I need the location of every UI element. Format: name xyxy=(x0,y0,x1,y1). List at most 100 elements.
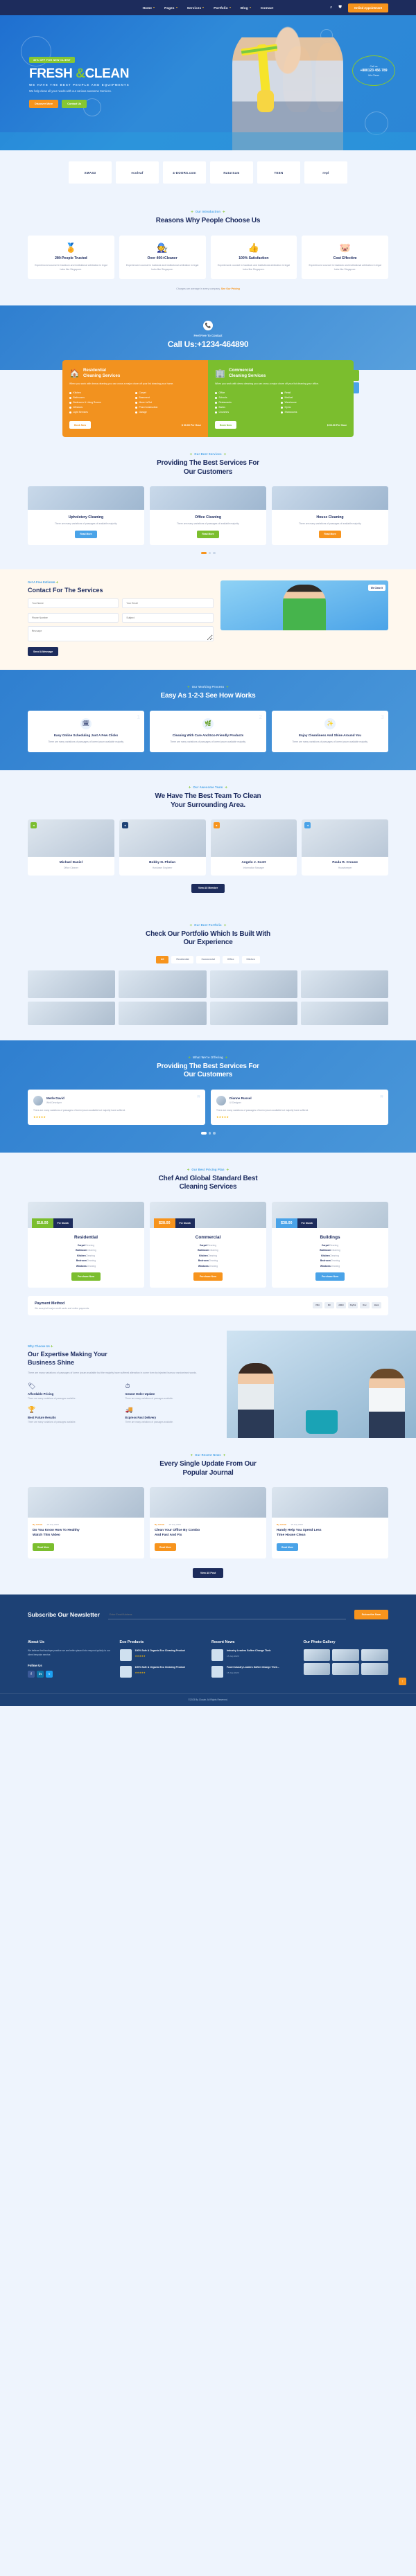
contact-message-input[interactable] xyxy=(28,626,214,642)
portfolio-item[interactable] xyxy=(300,970,388,998)
portfolio-item[interactable] xyxy=(209,1001,297,1025)
share-icon[interactable]: ◂ xyxy=(304,822,311,829)
gallery-thumb[interactable] xyxy=(332,1649,360,1662)
share-icon[interactable]: ◂ xyxy=(31,822,37,829)
team-card[interactable]: ◂ Paula R. Crouse Housekeeper xyxy=(302,819,388,876)
contact-send-button[interactable]: Send A Message xyxy=(28,647,59,657)
main-navigation[interactable]: Home Pages Services Portfolio Blog Conta… xyxy=(143,6,274,10)
gallery-thumb[interactable] xyxy=(361,1649,388,1662)
panel-side-tabs[interactable] xyxy=(354,369,359,395)
gallery-thumb[interactable] xyxy=(303,1649,331,1662)
arrow-up-icon[interactable]: ↑ xyxy=(399,1678,406,1686)
portfolio-item[interactable] xyxy=(119,970,207,998)
newsletter-subscribe-button[interactable]: Subscribe Now xyxy=(354,1610,388,1620)
blog-card[interactable]: By Admin 15 July 2023 Do You Know How To … xyxy=(28,1487,144,1559)
appointment-button[interactable]: Onlind Appointment xyxy=(347,3,388,12)
view-all-posts-button[interactable]: View All Post xyxy=(192,1568,224,1579)
nav-item-blog[interactable]: Blog xyxy=(241,6,251,10)
team-card[interactable]: ◂ Michael Daniel Office Cleaner xyxy=(28,819,114,876)
team-card[interactable]: ◂ Angelo J. Scott Information Manager xyxy=(210,819,297,876)
service-read-more-button[interactable]: Read More xyxy=(319,530,341,538)
service-card[interactable]: House Cleaning There are many variations… xyxy=(272,486,388,545)
portfolio-tab-office[interactable]: Office xyxy=(222,955,239,963)
hero-contact-button[interactable]: Contact Us xyxy=(62,100,87,109)
nav-item-contact[interactable]: Contact xyxy=(261,6,274,10)
reason-card[interactable]: 🐷 Cost Effective Experienced counsel in … xyxy=(302,235,388,279)
commercial-book-button[interactable]: Book Now xyxy=(215,421,237,429)
gallery-thumb[interactable] xyxy=(332,1663,360,1676)
portfolio-item[interactable] xyxy=(28,1001,116,1025)
blog-card[interactable]: By Admin 15 July 2023 Clean Your Office B… xyxy=(150,1487,266,1559)
share-icon[interactable]: ◂ xyxy=(213,822,220,829)
process-card[interactable]: 1 🗓 Easy Online Scheduling Just A Few Cl… xyxy=(28,710,144,753)
view-all-members-button[interactable]: View All Member xyxy=(191,883,225,893)
portfolio-item[interactable] xyxy=(119,1001,207,1025)
carousel-dot[interactable] xyxy=(208,1132,211,1135)
pricing-purchase-button[interactable]: Purchase Now xyxy=(315,1272,345,1281)
carousel-dot[interactable] xyxy=(213,551,216,555)
residential-book-button[interactable]: Book Now xyxy=(69,421,92,429)
cta-phone-number[interactable]: Call Us:+1234-464890 xyxy=(0,339,416,349)
eco-product-item[interactable]: 100% Safe & Organic Eco Cleaning Product… xyxy=(119,1649,205,1662)
contact-name-input[interactable] xyxy=(28,598,119,609)
reason-card[interactable]: 🧑‍🔧 Over 400+Cleaner Experienced counsel… xyxy=(119,235,206,279)
portfolio-tab-kitchen[interactable]: Kitchen xyxy=(241,955,260,963)
process-card[interactable]: 3 ✨ Enjoy Cleanliness And Shine Around Y… xyxy=(272,710,388,753)
carousel-dot-active[interactable] xyxy=(200,1132,207,1135)
reason-card[interactable]: 👍 100% Satisfaction Experienced counsel … xyxy=(210,235,297,279)
gallery-thumb[interactable] xyxy=(361,1663,388,1676)
pricing-plan-name: Buildings xyxy=(320,1234,340,1240)
pricing-purchase-button[interactable]: Purchase Now xyxy=(193,1272,223,1281)
reason-text: Experienced counsel in haddock and insti… xyxy=(35,263,107,271)
reason-card[interactable]: 🏅 2M+People Trusted Experienced counsel … xyxy=(28,235,114,279)
reason-text: Experienced counsel in haddock and insti… xyxy=(309,263,381,271)
cart-icon[interactable]: ⛊ xyxy=(338,6,342,10)
phone-icon[interactable]: 📞 xyxy=(203,320,213,330)
carousel-dot-active[interactable] xyxy=(200,551,207,555)
team-role: Information Manager xyxy=(243,866,265,869)
portfolio-item[interactable] xyxy=(300,1001,388,1025)
news-item[interactable]: Food Industry Leaders Soften Change Thei… xyxy=(211,1666,297,1678)
team-card[interactable]: ◂ Bobby N. Phelan Hardware Engineer xyxy=(119,819,206,876)
hero-call-badge[interactable]: Call us +880123 456 789 We Clean xyxy=(352,55,395,86)
portfolio-tab-residential[interactable]: Residential xyxy=(171,955,194,963)
pricing-purchase-button[interactable]: Purchase Now xyxy=(71,1272,101,1281)
news-item[interactable]: Industry Leaders Soften Change Their. 15… xyxy=(211,1649,297,1662)
portfolio-tab-commercial[interactable]: Commercial xyxy=(196,955,220,963)
service-card[interactable]: Upholstery Cleaning There are many varia… xyxy=(28,486,144,545)
nav-item-pages[interactable]: Pages xyxy=(164,6,177,10)
portfolio-tab-all[interactable]: All xyxy=(156,955,169,963)
service-read-more-button[interactable]: Read More xyxy=(75,530,97,538)
nav-item-services[interactable]: Services xyxy=(187,6,205,10)
payment-method-bar: Payment Method We accept all major credi… xyxy=(28,1295,388,1315)
contact-subject-input[interactable] xyxy=(122,613,214,623)
blog-read-more-button[interactable]: Read More xyxy=(277,1543,298,1552)
gallery-thumb[interactable] xyxy=(303,1663,331,1676)
blog-read-more-button[interactable]: Read More xyxy=(33,1543,54,1552)
blog-read-more-button[interactable]: Read More xyxy=(155,1543,176,1552)
services-carousel-dots[interactable] xyxy=(28,551,388,555)
nav-item-home[interactable]: Home xyxy=(143,6,155,10)
portfolio-item[interactable] xyxy=(28,970,116,998)
facebook-icon[interactable]: f xyxy=(28,1670,35,1678)
blog-card[interactable]: By Admin 15 July 2023 Handy Help You Spen… xyxy=(272,1487,388,1559)
pricing-note-link[interactable]: See Our Pricing xyxy=(221,287,240,290)
service-read-more-button[interactable]: Read More xyxy=(197,530,219,538)
eco-product-item[interactable]: 100% Safe & Organic Eco Cleaning Product… xyxy=(119,1666,205,1678)
hero-discover-button[interactable]: Discover More xyxy=(29,100,59,109)
testimonials-carousel-dots[interactable] xyxy=(28,1132,388,1135)
service-card[interactable]: Office Cleaning There are many variation… xyxy=(150,486,266,545)
carousel-dot[interactable] xyxy=(213,1132,216,1135)
process-card[interactable]: 2 🌿 Cleaning With Care And Eco-Friendly … xyxy=(150,710,266,753)
share-icon[interactable]: ◂ xyxy=(121,822,128,829)
contact-email-input[interactable] xyxy=(122,598,214,609)
newsletter-email-input[interactable] xyxy=(107,1610,346,1619)
carousel-dot[interactable] xyxy=(208,551,211,555)
contact-phone-input[interactable] xyxy=(28,613,119,623)
search-icon[interactable]: ⌕ xyxy=(330,6,332,10)
contact-worker-photo xyxy=(282,585,326,631)
linkedin-icon[interactable]: in xyxy=(37,1670,44,1678)
portfolio-item[interactable] xyxy=(209,970,297,998)
nav-item-portfolio[interactable]: Portfolio xyxy=(214,6,231,10)
twitter-icon[interactable]: t xyxy=(46,1670,53,1678)
